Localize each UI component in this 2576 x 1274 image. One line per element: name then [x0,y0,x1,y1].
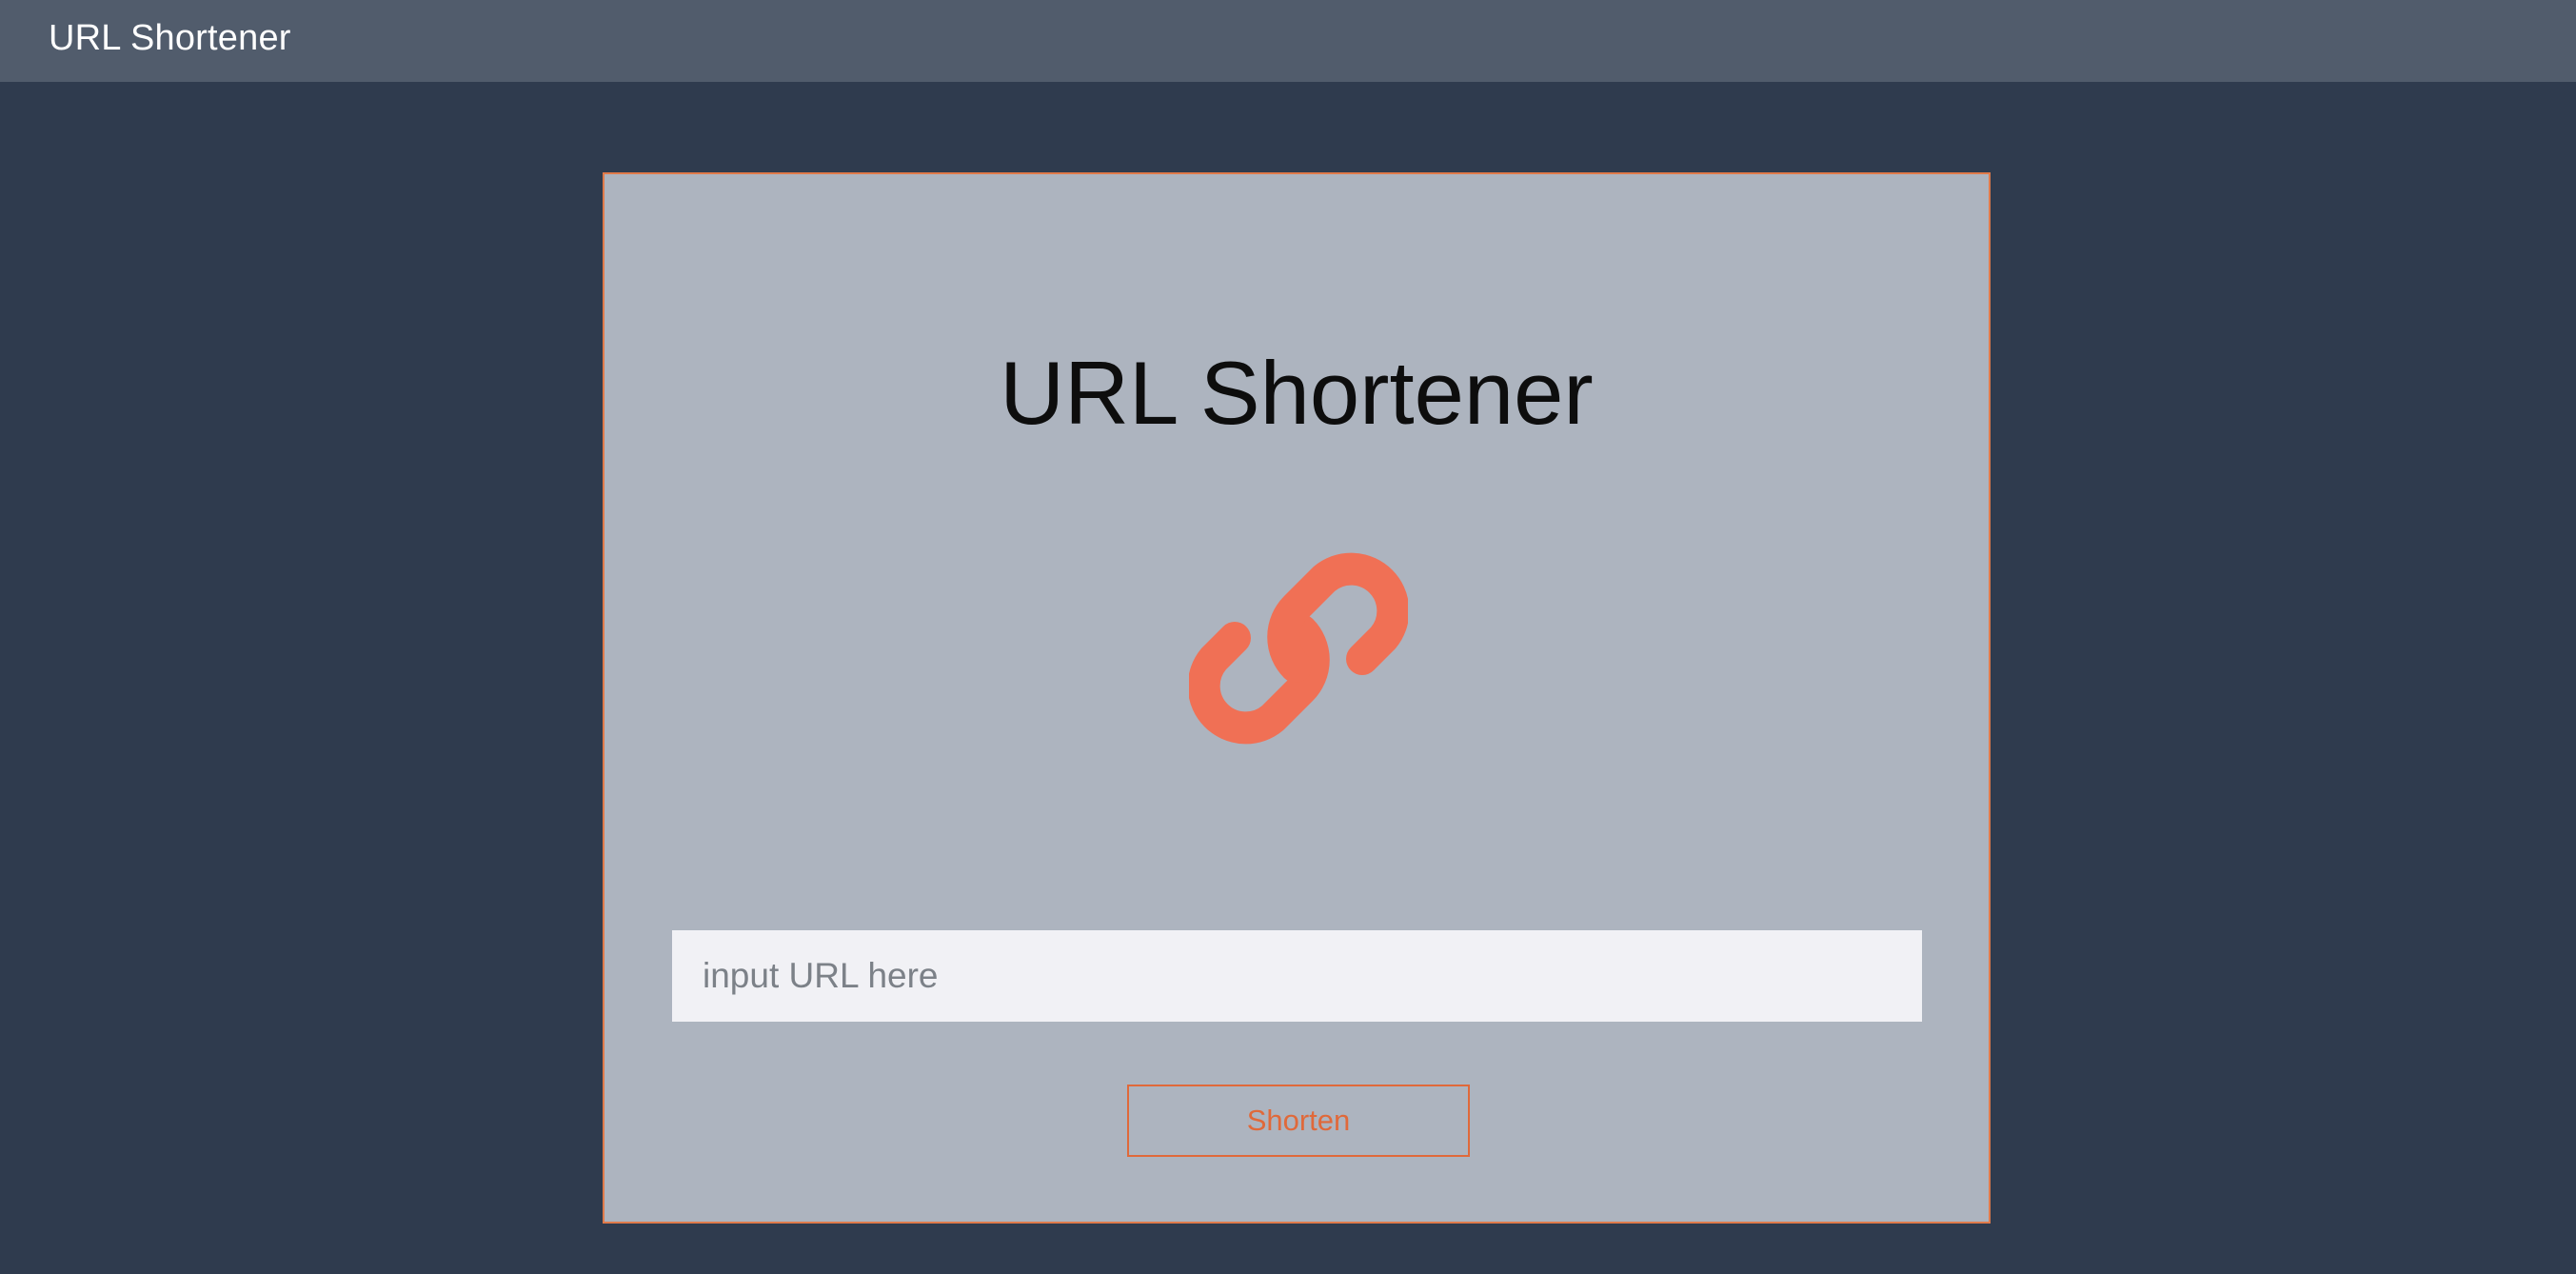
link-icon [1189,552,1408,745]
url-input[interactable] [672,930,1922,1022]
navbar-title[interactable]: URL Shortener [49,0,291,76]
shorten-button[interactable]: Shorten [1127,1085,1470,1157]
url-shortener-card: URL Shortener Shorten [603,172,1991,1224]
top-navbar: URL Shortener [0,0,2576,82]
page-title: URL Shortener [1000,343,1594,443]
